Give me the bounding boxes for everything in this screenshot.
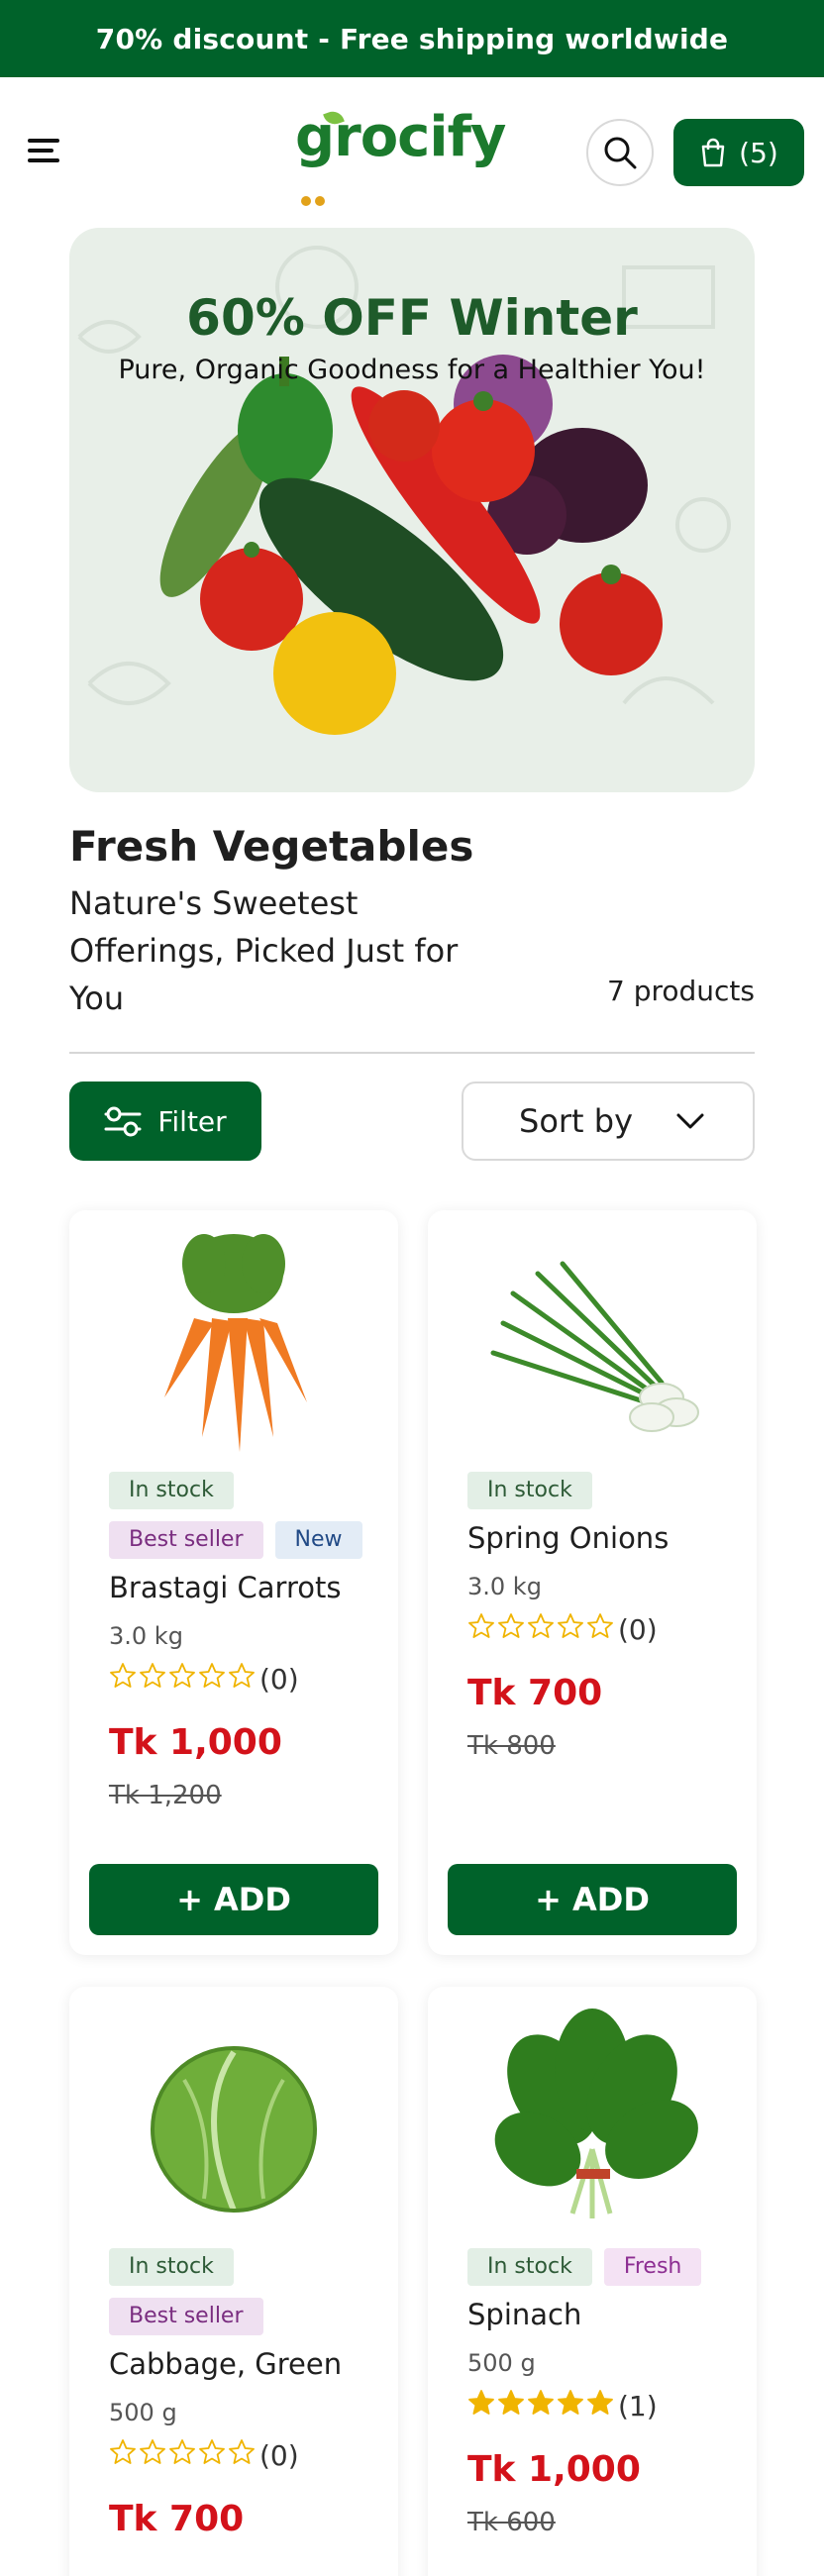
product-count: 7 products <box>607 975 755 1007</box>
star-rating <box>467 1612 616 1647</box>
new-badge: New <box>274 1521 362 1559</box>
rating: (0) <box>109 2438 378 2473</box>
product-weight: 3.0 kg <box>467 1573 542 1600</box>
logo-dot-icon <box>315 196 325 206</box>
best-seller-badge: Best seller <box>109 2298 263 2335</box>
star-rating <box>109 1662 258 1697</box>
original-price: Tk 1,200 <box>109 1781 222 1810</box>
star-icon <box>140 2439 165 2464</box>
hero-title: 60% OFF Winter <box>186 289 638 347</box>
review-count: (0) <box>618 1613 658 1646</box>
star-icon <box>498 2390 524 2415</box>
search-icon <box>604 137 637 169</box>
filter-button[interactable]: Filter <box>69 1082 261 1161</box>
star-icon <box>528 2390 554 2415</box>
star-icon <box>229 2439 255 2464</box>
hamburger-menu-icon[interactable] <box>22 133 65 168</box>
rating: (1) <box>467 2389 737 2423</box>
star-icon <box>528 1613 554 1638</box>
product-weight: 500 g <box>467 2349 536 2377</box>
in-stock-badge: In stock <box>467 2248 592 2286</box>
product-price: Tk 1,000 <box>467 2449 641 2490</box>
star-icon <box>468 2390 494 2415</box>
review-count: (0) <box>259 2439 299 2472</box>
sort-label: Sort by <box>519 1102 634 1140</box>
shopping-bag-icon <box>701 138 725 167</box>
star-icon <box>468 1613 494 1638</box>
add-to-cart-button[interactable]: + ADD <box>89 1864 378 1935</box>
logo[interactable]: grocify <box>295 105 506 206</box>
rating: (0) <box>109 1662 378 1697</box>
product-card[interactable]: In stock Best seller New Brastagi Carrot… <box>69 1210 398 1955</box>
divider <box>69 1052 755 1054</box>
add-to-cart-button[interactable]: + ADD <box>448 1864 737 1935</box>
product-name[interactable]: Brastagi Carrots <box>109 1571 378 1604</box>
category-description: Nature's Sweetest Offerings, Picked Just… <box>69 884 459 1017</box>
add-label: + ADD <box>176 1881 291 1918</box>
star-icon <box>587 2390 613 2415</box>
in-stock-badge: In stock <box>109 1472 234 1509</box>
product-name[interactable]: Spinach <box>467 2298 737 2331</box>
in-stock-badge: In stock <box>109 2248 234 2286</box>
cabbage-image <box>151 2046 317 2213</box>
rating: (0) <box>467 1612 737 1647</box>
product-name[interactable]: Spring Onions <box>467 1521 737 1555</box>
cart-count: (5) <box>739 136 778 169</box>
star-icon <box>140 1663 165 1688</box>
sliders-icon <box>104 1106 142 1137</box>
carrot-image <box>164 1234 307 1452</box>
promo-text: 70% discount - Free shipping worldwide <box>95 22 729 55</box>
best-seller-badge: Best seller <box>109 1521 263 1559</box>
original-price: Tk 600 <box>467 2508 556 2537</box>
filter-label: Filter <box>157 1104 227 1138</box>
header: grocify (5) <box>0 77 824 226</box>
review-count: (0) <box>259 1663 299 1696</box>
product-weight: 3.0 kg <box>109 1622 183 1650</box>
star-icon <box>169 2439 195 2464</box>
star-icon <box>110 1663 136 1688</box>
sort-dropdown[interactable]: Sort by <box>462 1082 755 1161</box>
original-price: Tk 800 <box>467 1731 556 1761</box>
chevron-down-icon <box>676 1113 704 1129</box>
promo-bar: 70% discount - Free shipping worldwide <box>0 0 824 77</box>
star-icon <box>199 2439 225 2464</box>
product-card[interactable]: In stock Spring Onions 3.0 kg (0) Tk 700… <box>428 1210 757 1955</box>
cart-button[interactable]: (5) <box>673 119 804 186</box>
hero-banner[interactable]: 60% OFF Winter Pure, Organic Goodness fo… <box>69 228 755 792</box>
fresh-badge: Fresh <box>603 2248 702 2286</box>
spring-onion-image <box>490 1261 699 1432</box>
logo-dot-icon <box>301 196 311 206</box>
star-icon <box>229 1663 255 1688</box>
star-icon <box>498 1613 524 1638</box>
star-rating <box>109 2438 258 2473</box>
star-icon <box>558 1613 583 1638</box>
product-weight: 500 g <box>109 2399 177 2426</box>
product-price: Tk 700 <box>109 2499 245 2539</box>
star-icon <box>587 1613 613 1638</box>
product-price: Tk 1,000 <box>109 1722 282 1763</box>
search-button[interactable] <box>586 119 654 186</box>
star-icon <box>558 2390 583 2415</box>
product-price: Tk 700 <box>467 1673 603 1713</box>
star-icon <box>110 2439 136 2464</box>
star-rating <box>467 2389 616 2423</box>
review-count: (1) <box>618 2390 658 2422</box>
category-title: Fresh Vegetables <box>69 822 474 871</box>
product-name[interactable]: Cabbage, Green <box>109 2347 378 2381</box>
hero-subtitle: Pure, Organic Goodness for a Healthier Y… <box>118 355 706 385</box>
product-card[interactable]: In stock Best seller Cabbage, Green 500 … <box>69 1987 398 2576</box>
spinach-image <box>494 2009 698 2218</box>
star-icon <box>169 1663 195 1688</box>
star-icon <box>199 1663 225 1688</box>
add-label: + ADD <box>535 1881 650 1918</box>
product-card[interactable]: In stock Fresh Spinach 500 g (1) Tk 1,00… <box>428 1987 757 2576</box>
in-stock-badge: In stock <box>467 1472 592 1509</box>
